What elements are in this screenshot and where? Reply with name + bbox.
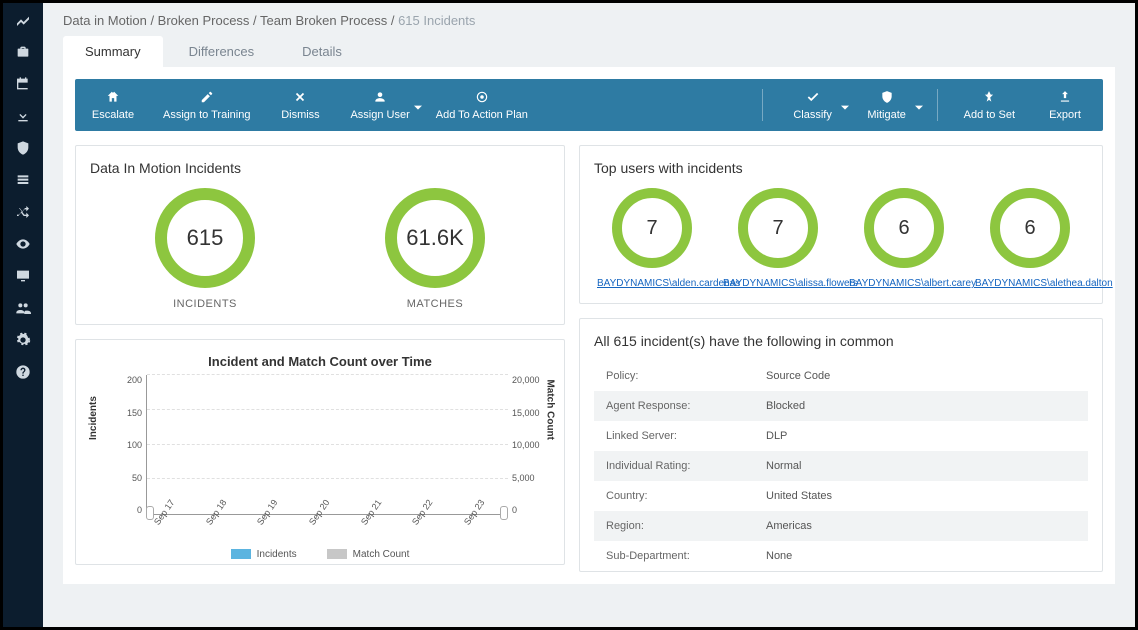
row-key: Sub-Department:: [594, 541, 754, 571]
page-body: Escalate Assign to Training Dismiss Assi…: [63, 67, 1115, 584]
action-bar: Escalate Assign to Training Dismiss Assi…: [75, 79, 1103, 131]
user-link[interactable]: BAYDYNAMICS\alden.cardenas: [597, 278, 707, 289]
x-axis: Sep 17Sep 18Sep 19Sep 20Sep 21Sep 22Sep …: [146, 515, 508, 545]
add-to-plan-button[interactable]: Add To Action Plan: [436, 89, 528, 121]
card-title: All 615 incident(s) have the following i…: [594, 333, 1088, 349]
export-icon: [1058, 89, 1072, 105]
ring-label: MATCHES: [407, 298, 463, 310]
nav-shield-icon[interactable]: [14, 139, 32, 157]
user-link[interactable]: BAYDYNAMICS\albert.carey: [849, 278, 959, 289]
breadcrumb-seg[interactable]: Team Broken Process: [260, 13, 387, 28]
row-value: Source Code: [754, 361, 1088, 391]
nav-users-icon[interactable]: [14, 299, 32, 317]
user-link[interactable]: BAYDYNAMICS\alissa.flowers: [723, 278, 833, 289]
tabs: Summary Differences Details: [43, 36, 1135, 67]
card-title: Data In Motion Incidents: [90, 160, 550, 176]
table-row: Sub-Department:None: [594, 541, 1088, 571]
row-value: DLP: [754, 421, 1088, 451]
add-to-set-button[interactable]: Add to Set: [964, 89, 1015, 121]
assign-user-button[interactable]: Assign User: [350, 89, 409, 121]
top-users-card: Top users with incidents 7 BAYDYNAMICS\al…: [579, 145, 1103, 304]
incidents-card: Data In Motion Incidents 615 INCIDENTS 6…: [75, 145, 565, 325]
left-nav: [3, 3, 43, 627]
nav-briefcase-icon[interactable]: [14, 43, 32, 61]
tab-differences[interactable]: Differences: [167, 36, 277, 67]
chart-area: Incidents Match Count 200150100500 20,00…: [90, 375, 550, 545]
chart-legend: Incidents Match Count: [90, 549, 550, 560]
row-value: Blocked: [754, 391, 1088, 421]
user-ring: 6: [864, 188, 944, 268]
tab-summary[interactable]: Summary: [63, 36, 163, 67]
nav-monitor-icon[interactable]: [14, 267, 32, 285]
row-key: Policy:: [594, 361, 754, 391]
row-value: United States: [754, 481, 1088, 511]
y-axis-right: 20,00015,00010,0005,0000: [512, 375, 546, 515]
check-icon: [806, 89, 820, 105]
edit-icon: [200, 89, 214, 105]
y-axis-left-label: Incidents: [88, 396, 99, 440]
table-row: Individual Rating:Normal: [594, 451, 1088, 481]
breadcrumb-seg[interactable]: Broken Process: [158, 13, 250, 28]
breadcrumb-seg[interactable]: Data in Motion: [63, 13, 147, 28]
classify-button[interactable]: Classify: [789, 89, 837, 121]
nav-list-icon[interactable]: [14, 171, 32, 189]
row-value: Americas: [754, 511, 1088, 541]
common-table: Policy:Source CodeAgent Response:Blocked…: [594, 361, 1088, 571]
nav-help-icon[interactable]: [14, 363, 32, 381]
pin-icon: [982, 89, 996, 105]
table-row: Policy:Source Code: [594, 361, 1088, 391]
chevron-down-icon: [841, 103, 849, 115]
incidents-ring: 615: [155, 188, 255, 288]
user-ring: 6: [990, 188, 1070, 268]
table-row: Region:Americas: [594, 511, 1088, 541]
row-key: Linked Server:: [594, 421, 754, 451]
row-key: Agent Response:: [594, 391, 754, 421]
nav-gear-icon[interactable]: [14, 331, 32, 349]
table-row: Agent Response:Blocked: [594, 391, 1088, 421]
dismiss-button[interactable]: Dismiss: [276, 89, 324, 121]
close-icon: [293, 89, 307, 105]
assign-training-button[interactable]: Assign to Training: [163, 89, 250, 121]
row-value: Normal: [754, 451, 1088, 481]
table-row: Country:United States: [594, 481, 1088, 511]
chevron-down-icon: [414, 103, 422, 115]
row-key: Region:: [594, 511, 754, 541]
user-link[interactable]: BAYDYNAMICS\alethea.dalton: [975, 278, 1085, 289]
chart-card: Incident and Match Count over Time Incid…: [75, 339, 565, 565]
shield-icon: [880, 89, 894, 105]
row-key: Individual Rating:: [594, 451, 754, 481]
nav-shuffle-icon[interactable]: [14, 203, 32, 221]
content-area: Data in Motion / Broken Process / Team B…: [43, 3, 1135, 627]
nav-chart-icon[interactable]: [14, 11, 32, 29]
y-axis-right-label: Match Count: [545, 379, 556, 440]
common-card: All 615 incident(s) have the following i…: [579, 318, 1103, 572]
y-axis-left: 200150100500: [108, 375, 142, 515]
user-icon: [373, 89, 387, 105]
tab-details[interactable]: Details: [280, 36, 364, 67]
nav-calendar-icon[interactable]: [14, 75, 32, 93]
export-button[interactable]: Export: [1041, 89, 1089, 121]
user-ring: 7: [738, 188, 818, 268]
row-value: None: [754, 541, 1088, 571]
breadcrumb: Data in Motion / Broken Process / Team B…: [43, 3, 1135, 36]
breadcrumb-current: 615 Incidents: [398, 13, 475, 28]
chevron-down-icon: [915, 103, 923, 115]
share-icon: [106, 89, 120, 105]
table-row: Linked Server:DLP: [594, 421, 1088, 451]
chart-title: Incident and Match Count over Time: [90, 354, 550, 369]
row-key: Country:: [594, 481, 754, 511]
target-icon: [475, 89, 489, 105]
card-title: Top users with incidents: [594, 160, 1088, 176]
matches-ring: 61.6K: [385, 188, 485, 288]
ring-label: INCIDENTS: [173, 298, 237, 310]
nav-download-icon[interactable]: [14, 107, 32, 125]
mitigate-button[interactable]: Mitigate: [863, 89, 911, 121]
nav-eye-icon[interactable]: [14, 235, 32, 253]
escalate-button[interactable]: Escalate: [89, 89, 137, 121]
user-ring: 7: [612, 188, 692, 268]
